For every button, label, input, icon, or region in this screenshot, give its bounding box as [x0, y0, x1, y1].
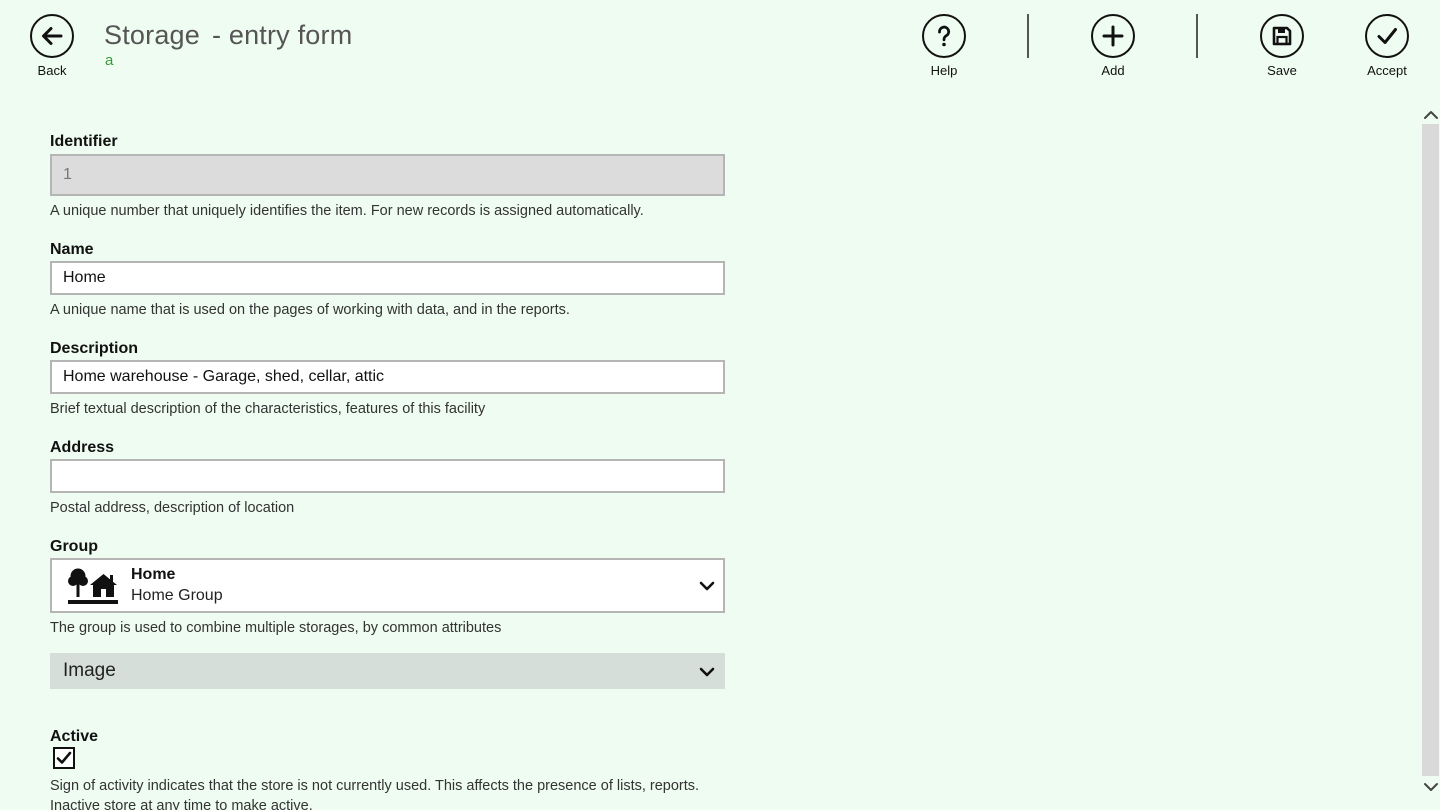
image-dropdown-label: Image — [63, 660, 116, 681]
address-label: Address — [50, 439, 115, 456]
save-label: Save — [1267, 63, 1297, 78]
group-hint: The group is used to combine multiple st… — [50, 620, 502, 636]
storage-entry-form-page: Back Storage - entry form a Help Add Sav… — [0, 0, 1440, 810]
chevron-down-icon — [699, 579, 715, 597]
add-label: Add — [1101, 63, 1125, 78]
help-button[interactable]: Help — [909, 14, 979, 78]
page-title-main: Storage — [104, 20, 200, 50]
name-field[interactable]: Home — [50, 261, 725, 295]
question-mark-icon — [922, 14, 966, 58]
group-select[interactable]: Home Home Group — [50, 558, 725, 613]
page-title: Storage - entry form — [104, 20, 352, 51]
accept-button[interactable]: Accept — [1352, 14, 1422, 78]
active-hint-line2: Inactive store at any time to make activ… — [50, 798, 313, 810]
toolbar-divider — [1196, 14, 1198, 58]
active-label: Active — [50, 728, 99, 745]
page-subtitle: a — [105, 52, 114, 69]
back-button[interactable]: Back — [17, 14, 87, 78]
save-button[interactable]: Save — [1247, 14, 1317, 78]
name-label: Name — [50, 241, 94, 258]
checkmark-icon — [56, 751, 72, 764]
image-dropdown[interactable]: Image — [50, 653, 725, 689]
description-field[interactable]: Home warehouse - Garage, shed, cellar, a… — [50, 360, 725, 394]
group-selected-title: Home — [131, 566, 176, 583]
page-title-suffix: - entry form — [211, 20, 353, 50]
vertical-scrollbar[interactable] — [1421, 100, 1440, 800]
name-hint: A unique name that is used on the pages … — [50, 302, 570, 318]
active-hint-line1: Sign of activity indicates that the stor… — [50, 778, 700, 794]
identifier-field: 1 — [50, 154, 725, 196]
add-button[interactable]: Add — [1078, 14, 1148, 78]
active-checkbox[interactable] — [53, 747, 75, 769]
identifier-hint: A unique number that uniquely identifies… — [50, 203, 644, 219]
address-field[interactable] — [50, 459, 725, 493]
back-arrow-icon — [30, 14, 74, 58]
floppy-disk-icon — [1260, 14, 1304, 58]
back-label: Back — [37, 63, 67, 78]
group-label: Group — [50, 538, 98, 555]
accept-label: Accept — [1367, 63, 1407, 78]
group-selected-subtitle: Home Group — [131, 587, 223, 604]
description-hint: Brief textual description of the charact… — [50, 401, 486, 417]
scrollbar-track[interactable] — [1422, 124, 1439, 776]
plus-icon — [1091, 14, 1135, 58]
scroll-down-icon[interactable] — [1423, 780, 1439, 798]
chevron-down-icon — [699, 665, 715, 683]
home-group-icon — [66, 566, 120, 613]
identifier-label: Identifier — [50, 133, 118, 150]
toolbar-divider — [1027, 14, 1029, 58]
address-hint: Postal address, description of location — [50, 500, 295, 516]
description-label: Description — [50, 340, 139, 357]
checkmark-icon — [1365, 14, 1409, 58]
help-label: Help — [930, 63, 958, 78]
